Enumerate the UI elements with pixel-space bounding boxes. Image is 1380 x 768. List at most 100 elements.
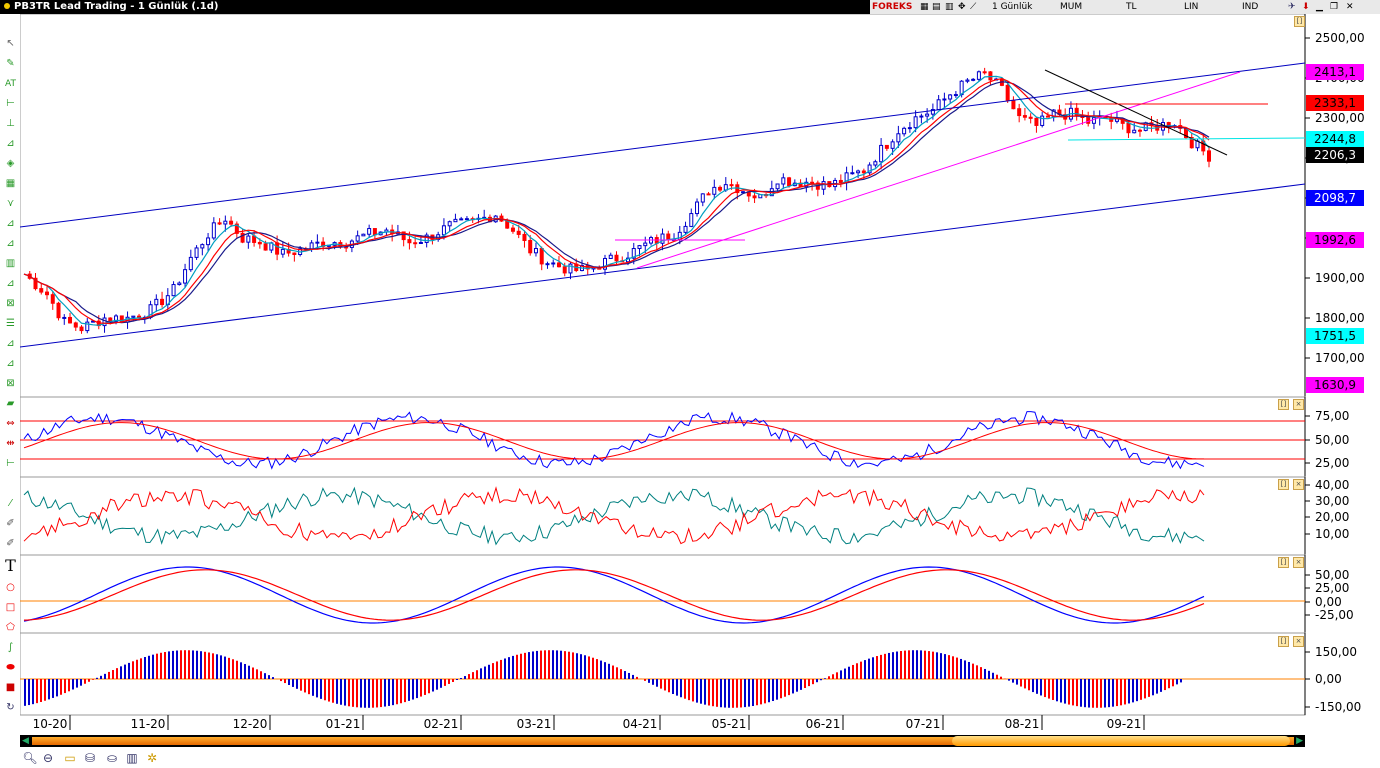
cycle-icon[interactable]: ⊠ (3, 376, 18, 391)
zoom-icon[interactable]: 🔍︎ (22, 751, 38, 767)
redo-icon[interactable]: ↻ (3, 700, 18, 715)
histogram-bar (632, 674, 634, 679)
candle-body (372, 228, 377, 236)
pitchfork-icon[interactable]: ⊿ (3, 276, 18, 291)
price-pane (19, 13, 1306, 398)
histogram-bar (868, 658, 870, 679)
rsi-maximize-button[interactable]: [] (1278, 399, 1289, 410)
histogram-bar (176, 650, 178, 679)
chart-area[interactable]: 2500,002400,002300,002200,002100,002000,… (19, 13, 1380, 737)
ruler-icon[interactable]: ▥ (3, 256, 18, 271)
macd-close-button[interactable]: × (1293, 557, 1304, 568)
cylinder-icon[interactable]: ⛀ (104, 751, 120, 767)
candle-body (275, 242, 280, 255)
rsi-close-button[interactable]: × (1293, 399, 1304, 410)
gann-fan-icon[interactable]: ⊿ (3, 336, 18, 351)
pencil-icon[interactable]: ✎ (3, 56, 18, 71)
diag-line-icon[interactable]: ⁄ (3, 496, 18, 511)
dmi-close-button[interactable]: × (1293, 479, 1304, 490)
pin-icon[interactable]: ✈ (1288, 0, 1296, 14)
chart-type-select[interactable]: MUM (1060, 0, 1082, 14)
scroll-right-icon[interactable]: ▶ (1296, 736, 1303, 746)
scale-select[interactable]: LIN (1184, 0, 1198, 14)
price-badge: 2206,3 (1306, 147, 1364, 163)
scrollbar-thumb[interactable] (952, 736, 1290, 746)
h-segment-icon[interactable]: ⊢ (3, 456, 18, 471)
hist-axis-tick-label: 150,00 (1315, 645, 1357, 659)
histogram-bar (888, 652, 890, 679)
histogram-bar (208, 652, 210, 679)
grid-icon[interactable]: ▦ (3, 176, 18, 191)
histogram-bar (896, 651, 898, 679)
fill-rect-icon[interactable]: ■ (3, 680, 18, 695)
candle-body (706, 193, 711, 196)
close-button[interactable]: ✕ (1346, 0, 1354, 14)
zoom-out-icon[interactable]: ⊖ (40, 751, 56, 767)
horizontal-line-icon[interactable]: ⊢ (3, 96, 18, 111)
pane-maximize-button[interactable]: [] (1294, 16, 1305, 27)
minimize-button[interactable]: ▁ (1316, 0, 1323, 14)
eraser-icon[interactable]: ▰ (3, 396, 18, 411)
hist-maximize-button[interactable]: [] (1278, 636, 1289, 647)
time-scrollbar[interactable]: ◀ ▶ (20, 735, 1305, 747)
histogram-bar (848, 666, 850, 679)
histogram-bar (264, 673, 266, 679)
rectangle-icon[interactable]: □ (3, 600, 18, 615)
histogram-bar (880, 654, 882, 679)
chart-svg[interactable]: 2500,002400,002300,002200,002100,002000,… (19, 13, 1380, 734)
fib-fan-icon[interactable]: ⊿ (3, 216, 18, 231)
histogram-bar (720, 679, 722, 708)
hist-close-button[interactable]: × (1293, 636, 1304, 647)
gann-icon[interactable]: ⊠ (3, 296, 18, 311)
pointer-icon[interactable]: ↖ (3, 36, 18, 51)
fill-ellipse-icon[interactable]: ⬬ (3, 660, 18, 675)
fib-ext-icon[interactable]: ⊿ (3, 236, 18, 251)
ellipse-icon[interactable]: ○ (3, 580, 18, 595)
candle-body (861, 170, 866, 174)
text-at-icon[interactable]: AT (3, 76, 18, 91)
histogram-bar (1120, 679, 1122, 706)
macd-maximize-button[interactable]: [] (1278, 557, 1289, 568)
time-axis-label: 09-21 (1107, 717, 1142, 731)
settings-icon[interactable]: ✲ (144, 751, 160, 767)
folder-icon[interactable]: ▭ (62, 751, 78, 767)
candle-body (879, 144, 884, 163)
currency-select[interactable]: TL (1126, 0, 1137, 14)
histogram-bar (972, 663, 974, 679)
text-icon[interactable]: T (3, 556, 18, 575)
grid-toggle-icon[interactable]: ▥ (945, 0, 954, 14)
histogram-bar (228, 657, 230, 679)
draw-line-icon[interactable]: ⟋ (970, 0, 976, 14)
crosshair-icon[interactable]: ✥ (958, 0, 966, 14)
table-icon[interactable]: ▤ (932, 0, 941, 14)
histogram-bar (840, 670, 842, 679)
candle-body (217, 222, 222, 225)
arrow-icon[interactable]: ⇔ (3, 416, 18, 431)
indicator-select[interactable]: IND (1242, 0, 1258, 14)
fibonacci-icon[interactable]: ◈ (3, 156, 18, 171)
save-icon[interactable]: ▥ (124, 751, 140, 767)
levels-icon[interactable]: ☰ (3, 316, 18, 331)
download-icon[interactable]: ⬇ (1302, 0, 1310, 14)
histogram-bar (652, 679, 654, 685)
chart-icon[interactable]: ▦ (920, 0, 929, 14)
candle-body (556, 262, 561, 268)
scroll-left-icon[interactable]: ◀ (22, 736, 29, 746)
histogram-bar (116, 668, 118, 679)
fan-icon[interactable]: ⊿ (3, 136, 18, 151)
period-select[interactable]: 1 Günlük (992, 0, 1032, 14)
channel-icon[interactable]: ⋎ (3, 196, 18, 211)
histogram-bar (1136, 679, 1138, 702)
restore-button[interactable]: ❐ (1330, 0, 1338, 14)
vertical-line-icon[interactable]: ⊥ (3, 116, 18, 131)
clear-icon[interactable]: ✐ (3, 536, 18, 551)
histogram-bar (600, 660, 602, 679)
brush-icon[interactable]: ✐ (3, 516, 18, 531)
triangle-icon[interactable]: ⊿ (3, 356, 18, 371)
dmi-maximize-button[interactable]: [] (1278, 479, 1289, 490)
price-arrow-icon[interactable]: ⇹ (3, 436, 18, 451)
histogram-bar (920, 650, 922, 679)
polygon-icon[interactable]: ⬠ (3, 620, 18, 635)
database-icon[interactable]: ⛁ (82, 751, 98, 767)
wave-icon[interactable]: ∫ (3, 640, 18, 655)
